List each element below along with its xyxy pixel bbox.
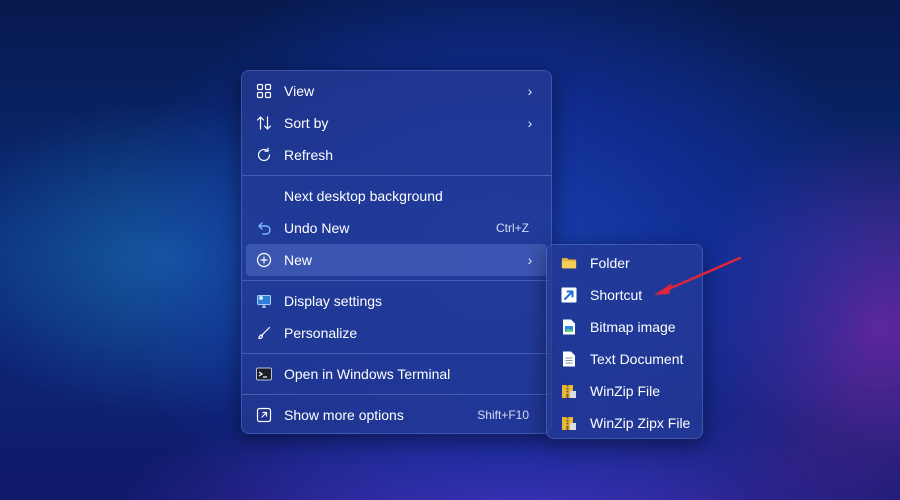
winzip-zipx-icon <box>561 415 577 431</box>
menu-item-label: New <box>284 252 313 268</box>
chevron-right-icon: › <box>527 252 533 268</box>
menu-item-label: Next desktop background <box>284 188 443 204</box>
context-menu: View › Sort by › Refresh Next desktop ba… <box>241 70 552 434</box>
menu-item-open-in-windows-terminal[interactable]: Open in Windows Terminal <box>246 358 547 390</box>
chevron-right-icon: › <box>527 115 533 131</box>
menu-item-label: Show more options <box>284 407 404 423</box>
shortcut-text: Shift+F10 <box>477 408 529 422</box>
terminal-icon <box>256 366 272 382</box>
menu-item-refresh[interactable]: Refresh <box>246 139 547 171</box>
menu-item-label: Personalize <box>284 325 358 341</box>
display-icon <box>256 293 272 309</box>
chevron-right-icon: › <box>527 83 533 99</box>
menu-item-show-more-options[interactable]: Show more options Shift+F10 <box>246 399 547 431</box>
submenu-item-label: Text Document <box>590 351 684 367</box>
folder-icon <box>561 255 577 271</box>
bitmap-icon <box>561 319 577 335</box>
menu-item-label: Refresh <box>284 147 334 163</box>
annotation-arrow-icon <box>654 256 742 295</box>
menu-item-display-settings[interactable]: Display settings <box>246 285 547 317</box>
add-circle-icon <box>256 252 272 268</box>
undo-icon <box>256 220 272 236</box>
menu-item-next-desktop-background[interactable]: Next desktop background <box>246 180 547 212</box>
menu-item-label: Open in Windows Terminal <box>284 366 451 382</box>
winzip-icon <box>561 383 577 399</box>
submenu-item-label: Bitmap image <box>590 319 676 335</box>
menu-item-view[interactable]: View › <box>246 75 547 107</box>
text-document-icon <box>561 351 577 367</box>
expand-icon <box>256 407 272 423</box>
menu-separator <box>242 175 551 176</box>
menu-item-personalize[interactable]: Personalize <box>246 317 547 349</box>
menu-separator <box>242 280 551 281</box>
menu-item-undo-new[interactable]: Undo New Ctrl+Z <box>246 212 547 244</box>
menu-separator <box>242 353 551 354</box>
grid-icon <box>256 83 272 99</box>
menu-item-sort-by[interactable]: Sort by › <box>246 107 547 139</box>
menu-item-label: Sort by <box>284 115 329 131</box>
submenu-item-bitmap-image[interactable]: Bitmap image <box>551 311 698 343</box>
menu-separator <box>242 394 551 395</box>
shortcut-text: Ctrl+Z <box>496 221 529 235</box>
menu-item-new[interactable]: New › <box>246 244 547 276</box>
submenu-item-winzip-file[interactable]: WinZip File <box>551 375 698 407</box>
refresh-icon <box>256 147 272 163</box>
submenu-item-text-document[interactable]: Text Document <box>551 343 698 375</box>
desktop-background[interactable]: View › Sort by › Refresh Next desktop ba… <box>0 0 900 500</box>
submenu-item-winzip-zipx-file[interactable]: WinZip Zipx File <box>551 407 698 439</box>
menu-item-label: View <box>284 83 315 99</box>
submenu-item-label: WinZip Zipx File <box>590 415 691 431</box>
sort-icon <box>256 115 272 131</box>
brush-icon <box>256 325 272 341</box>
shortcut-icon <box>561 287 577 303</box>
menu-item-label: Undo New <box>284 220 350 236</box>
submenu-item-label: WinZip File <box>590 383 661 399</box>
menu-item-label: Display settings <box>284 293 383 309</box>
